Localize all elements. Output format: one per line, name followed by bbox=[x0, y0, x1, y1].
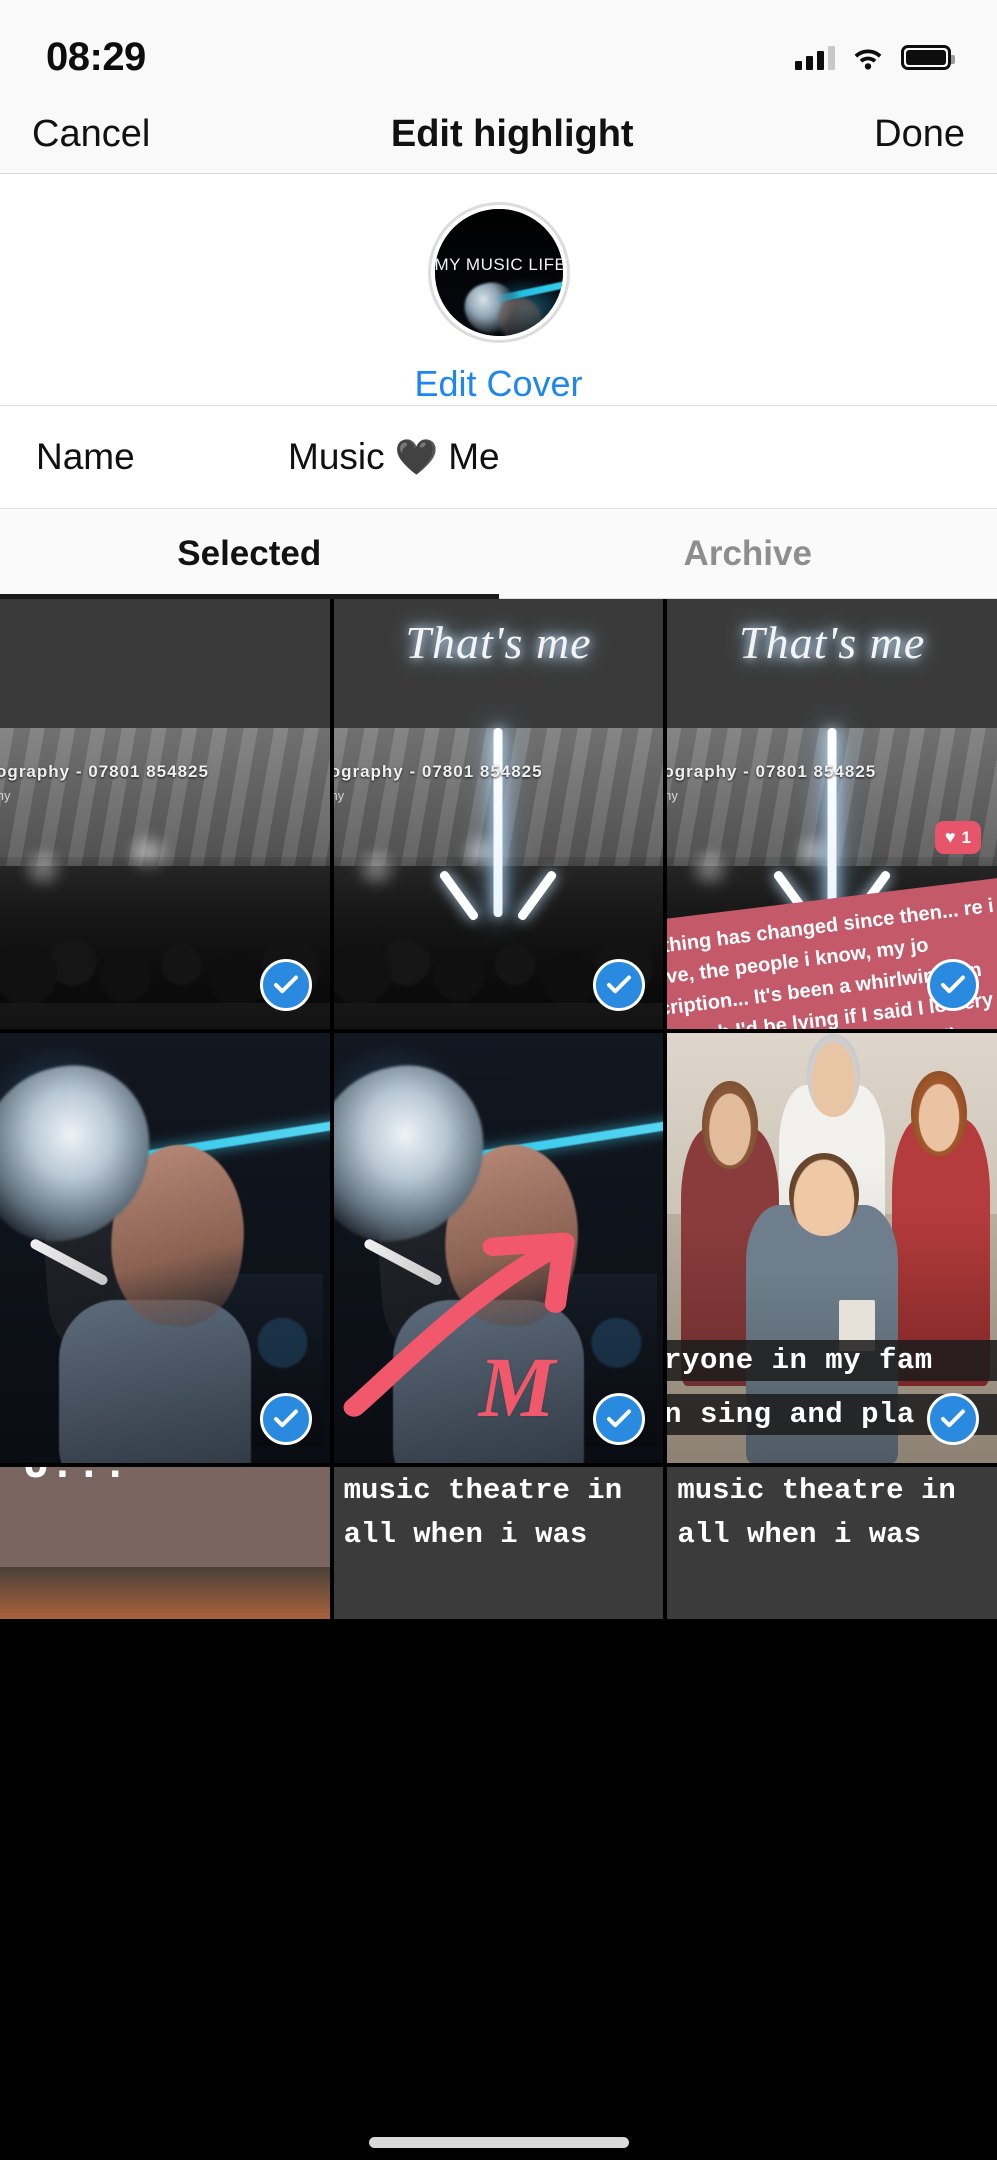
neon-sign-text: That's me bbox=[405, 617, 592, 669]
partial-story-preview: music theatre in all when i was bbox=[667, 1467, 997, 1619]
like-badge: ♥ 1 bbox=[934, 821, 981, 854]
status-time: 08:29 bbox=[46, 34, 146, 79]
photographer-watermark: otography - 07801 854825 bbox=[667, 762, 877, 782]
story-thumbnail-7[interactable]: O U... bbox=[0, 1467, 330, 1619]
status-bar: 08:29 bbox=[0, 0, 997, 96]
edit-cover-button[interactable]: Edit Cover bbox=[414, 363, 582, 405]
edit-highlight-screen: 08:29 Cancel Edit highlight Done MY MUSI… bbox=[0, 0, 997, 2160]
partial-story-preview: music theatre in all when i was bbox=[333, 1467, 664, 1619]
partial-caption-line-2: all when i was bbox=[343, 1517, 588, 1551]
story-thumbnail-8[interactable]: music theatre in all when i was bbox=[333, 1467, 664, 1619]
page-title: Edit highlight bbox=[390, 113, 634, 155]
performer-legs bbox=[59, 1299, 251, 1463]
tab-archive[interactable]: Archive bbox=[499, 509, 997, 598]
like-count: 1 bbox=[961, 827, 971, 847]
story-grid[interactable]: otography - 07801 854825 raphy That's me… bbox=[0, 599, 997, 2160]
selected-check-icon[interactable] bbox=[259, 959, 312, 1011]
cancel-button[interactable]: Cancel bbox=[32, 113, 150, 156]
story-thumbnail-9[interactable]: music theatre in all when i was bbox=[667, 1467, 997, 1619]
selected-check-icon[interactable] bbox=[593, 1393, 646, 1445]
photographer-watermark-secondary: raphy bbox=[333, 788, 345, 804]
name-label: Name bbox=[36, 436, 135, 477]
story-thumbnail-1[interactable]: otography - 07801 854825 raphy bbox=[0, 599, 330, 1029]
battery-icon bbox=[901, 44, 955, 70]
neon-arrow-icon bbox=[493, 728, 503, 918]
name-value-text: Music bbox=[288, 436, 385, 477]
story-grid-inner: otography - 07801 854825 raphy That's me… bbox=[0, 599, 997, 1619]
photographer-watermark-secondary: raphy bbox=[667, 788, 678, 804]
heart-icon: ♥ bbox=[944, 827, 956, 847]
partial-story-preview: O U... bbox=[0, 1467, 330, 1619]
tab-bar: Selected Archive bbox=[0, 509, 997, 599]
done-button[interactable]: Done bbox=[874, 113, 965, 156]
partial-caption-line-2: all when i was bbox=[677, 1517, 921, 1551]
story-thumbnail-5[interactable]: M bbox=[333, 1033, 664, 1463]
cellular-signal-icon bbox=[795, 44, 835, 70]
navigation-bar: Cancel Edit highlight Done bbox=[0, 96, 997, 174]
partial-photo-strip bbox=[0, 1567, 330, 1619]
story-caption-line-1: ryone in my fam bbox=[667, 1340, 997, 1381]
black-heart-icon: 🖤 bbox=[394, 437, 439, 477]
story-thumbnail-3[interactable]: That's me otography - 07801 854825 raphy… bbox=[667, 599, 997, 1029]
partial-caption-text: O U... bbox=[0, 1467, 128, 1491]
cover-caption-text: MY MUSIC LIFE... bbox=[434, 254, 563, 274]
partial-caption-line-1: music theatre in bbox=[343, 1474, 623, 1507]
selected-check-icon[interactable] bbox=[259, 1393, 312, 1445]
selected-check-icon[interactable] bbox=[926, 1393, 979, 1445]
tab-selected[interactable]: Selected bbox=[0, 509, 499, 599]
name-row[interactable]: Name Music 🖤 Me bbox=[0, 406, 997, 509]
name-input[interactable]: Music 🖤 Me bbox=[288, 436, 500, 478]
highlight-cover-thumbnail[interactable]: MY MUSIC LIFE... bbox=[427, 202, 570, 343]
red-letter-doodle: M bbox=[478, 1339, 556, 1436]
story-thumbnail-2[interactable]: That's me otography - 07801 854825 raphy bbox=[333, 599, 664, 1029]
selected-check-icon[interactable] bbox=[593, 959, 646, 1011]
photographer-watermark-secondary: raphy bbox=[0, 788, 11, 804]
name-value-suffix: Me bbox=[448, 436, 500, 477]
cover-section: MY MUSIC LIFE... Edit Cover bbox=[0, 174, 997, 406]
home-indicator bbox=[368, 2137, 629, 2148]
wifi-icon bbox=[851, 44, 885, 70]
photographer-watermark: otography - 07801 854825 bbox=[0, 762, 209, 782]
photographer-watermark: otography - 07801 854825 bbox=[333, 762, 543, 782]
cover-image: MY MUSIC LIFE... bbox=[434, 209, 563, 336]
neon-arrow-icon bbox=[827, 728, 837, 918]
story-thumbnail-4[interactable] bbox=[0, 1033, 330, 1463]
selected-check-icon[interactable] bbox=[926, 959, 979, 1011]
partial-caption-line-1: music theatre in bbox=[677, 1474, 956, 1507]
status-icons bbox=[795, 44, 955, 70]
story-thumbnail-6[interactable]: ryone in my fam n sing and pla bbox=[667, 1033, 997, 1463]
neon-sign-text: That's me bbox=[739, 617, 926, 669]
